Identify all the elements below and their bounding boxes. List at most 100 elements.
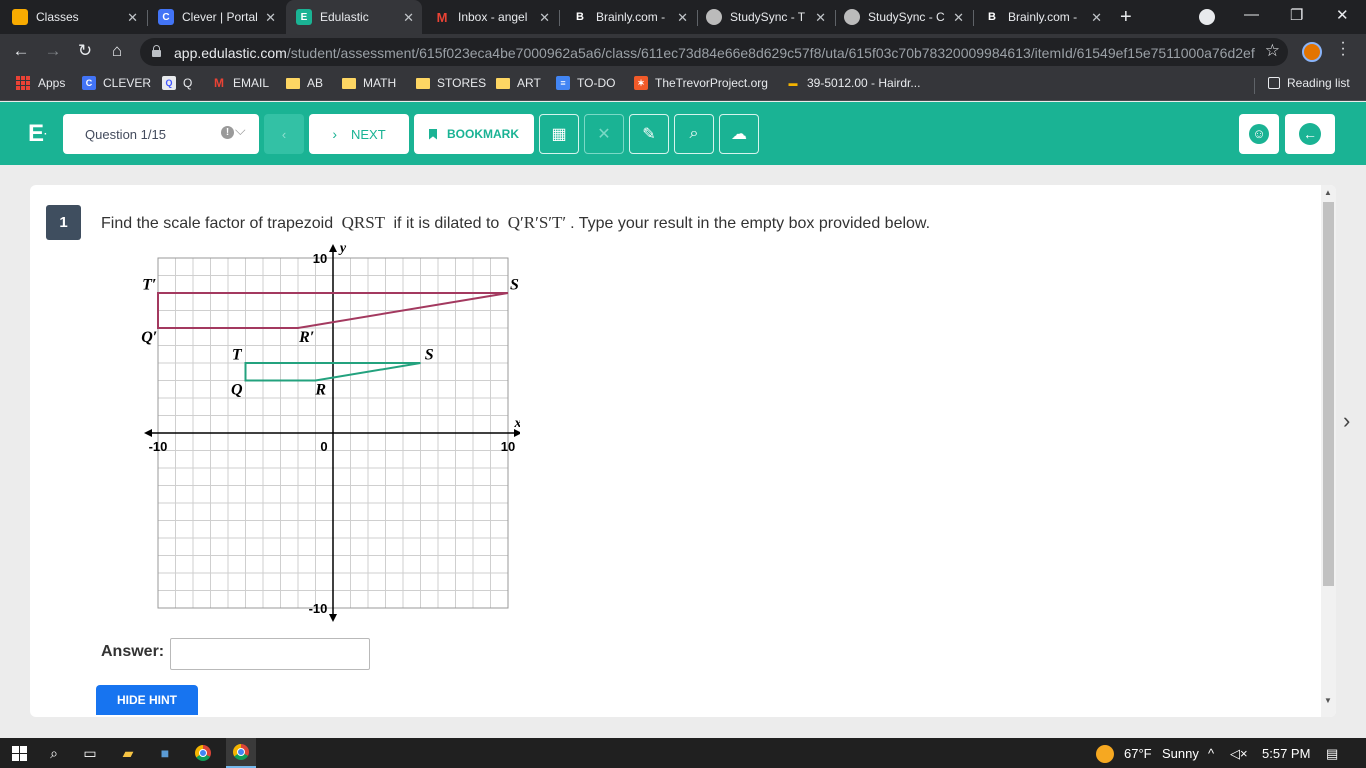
bookmark-folder-art[interactable]: ART [496, 76, 541, 90]
edulastic-logo: E· [28, 120, 48, 147]
reading-list[interactable]: Reading list [1268, 76, 1350, 90]
bookmark-quizlet[interactable]: Q Q [162, 76, 192, 90]
close-tab-icon[interactable]: ✕ [265, 10, 276, 26]
docs-icon: ≡ [556, 76, 570, 90]
question-number: 1 [46, 205, 81, 240]
tab-title: Clever | Portal [182, 10, 258, 24]
upload-icon: ☁ [731, 126, 747, 143]
brainly-icon: B [984, 9, 1000, 25]
weather-condition[interactable]: Sunny [1162, 746, 1199, 761]
bookmark-todo[interactable]: ≡ TO-DO [556, 76, 615, 90]
bookmark-onet[interactable]: ▬ 39-5012.00 - Hairdr... [786, 76, 921, 90]
address-bar[interactable]: app.edulastic.com/student/assessment/615… [140, 38, 1288, 66]
close-tab-icon[interactable]: ✕ [539, 10, 550, 26]
answer-input[interactable] [170, 638, 370, 670]
upload-button[interactable]: ☁ [719, 114, 759, 154]
notifications-icon[interactable]: ▤ [1326, 746, 1338, 762]
vertex-label: Q [231, 381, 243, 398]
close-tab-icon[interactable]: ✕ [953, 10, 964, 26]
bookmark-star-icon[interactable]: ☆ [1265, 41, 1280, 61]
browser-tab-studysync-2[interactable]: StudySync - C ✕ [838, 0, 972, 34]
chrome-icon[interactable] [193, 743, 213, 763]
reload-icon[interactable]: ↻ [74, 41, 96, 61]
vertex-label: T [232, 346, 243, 363]
windows-start-icon[interactable] [9, 743, 29, 763]
browser-tab-edulastic[interactable]: E Edulastic ✕ [286, 0, 422, 34]
restore-icon[interactable]: ❐ [1290, 6, 1303, 24]
question-text: Find the scale factor of trapezoid QRST … [101, 213, 931, 232]
close-tab-icon[interactable]: ✕ [815, 10, 826, 26]
zoom-icon[interactable]: ■ [155, 743, 175, 763]
bookmark-button[interactable]: BOOKMARK [414, 114, 534, 154]
question-select[interactable]: Question 1/15 ! ⌵ [63, 114, 259, 154]
bookmarks-bar: Apps C CLEVER Q Q M EMAIL AB MATH STORES… [0, 70, 1366, 101]
tab-title: StudySync - T [730, 10, 806, 24]
x-axis-arrow-left [144, 429, 152, 437]
close-window-icon[interactable]: ✕ [1336, 6, 1349, 24]
scrollbar[interactable]: ▲ ▼ [1321, 185, 1336, 717]
bookmark-folder-math[interactable]: MATH [342, 76, 396, 90]
close-tab-icon[interactable]: ✕ [127, 10, 138, 26]
task-view-icon[interactable]: ▭ [80, 743, 100, 763]
new-tab-icon[interactable]: + [1120, 6, 1132, 29]
close-tab-icon[interactable]: ✕ [403, 10, 414, 26]
browser-tab-studysync[interactable]: StudySync - T ✕ [700, 0, 834, 34]
clock-time[interactable]: 5:57 PM [1262, 746, 1310, 761]
clever-icon: C [82, 76, 96, 90]
scroll-down-icon[interactable]: ▼ [1324, 696, 1332, 705]
bookmark-trevor[interactable]: ✶ TheTrevorProject.org [634, 76, 768, 90]
tab-search-icon[interactable] [1199, 9, 1215, 25]
tab-title: Brainly.com - [596, 10, 666, 24]
previous-button[interactable]: ‹ [264, 114, 304, 154]
search-icon[interactable]: ⌕ [44, 743, 64, 763]
browser-tab-strip: Classes ✕ C Clever | Portal ✕ E Edulasti… [0, 0, 1366, 34]
chrome-active-taskbar-item[interactable] [226, 738, 256, 768]
browser-tab-brainly-2[interactable]: B Brainly.com - ✕ [976, 0, 1110, 34]
browser-menu-icon[interactable]: · · · [1338, 35, 1348, 63]
bookmark-flag-icon [429, 128, 437, 140]
warning-icon: ! [221, 126, 234, 139]
next-button[interactable]: › NEXT [309, 114, 409, 154]
y-axis-label: y [338, 241, 347, 256]
weather-temp[interactable]: 67°F [1124, 746, 1152, 761]
browser-tab-clever[interactable]: C Clever | Portal ✕ [150, 0, 284, 34]
exit-button[interactable]: ← [1285, 114, 1335, 154]
minimize-icon[interactable]: — [1244, 6, 1259, 23]
crossout-button[interactable]: ✕ [584, 114, 624, 154]
question-panel: 1 Find the scale factor of trapezoid QRS… [30, 185, 1336, 717]
tray-chevron-icon[interactable]: ^ [1208, 746, 1214, 761]
tab-title: Brainly.com - [1008, 10, 1078, 24]
scratchpad-button[interactable]: ✎ [629, 114, 669, 154]
browser-tab-gmail[interactable]: M Inbox - angel ✕ [424, 0, 558, 34]
calculator-button[interactable]: ▦ [539, 114, 579, 154]
scroll-up-icon[interactable]: ▲ [1324, 188, 1332, 197]
vertex-label: R [314, 381, 326, 398]
bookmark-folder-stores[interactable]: STORES [416, 76, 486, 90]
gmail-icon: M [434, 9, 450, 25]
profile-avatar[interactable] [1302, 42, 1322, 62]
back-icon[interactable]: ← [10, 41, 32, 61]
forward-icon[interactable]: → [42, 41, 64, 61]
y-tick-label-min: -10 [309, 601, 328, 616]
close-tab-icon[interactable]: ✕ [1091, 10, 1102, 26]
scrollbar-thumb[interactable] [1323, 202, 1334, 586]
close-tab-icon[interactable]: ✕ [677, 10, 688, 26]
home-icon[interactable]: ⌂ [106, 41, 128, 61]
folder-icon [286, 77, 300, 89]
browser-tab-classes[interactable]: Classes ✕ [12, 0, 146, 34]
bookmark-label: BOOKMARK [447, 127, 519, 141]
bookmark-email[interactable]: M EMAIL [212, 76, 269, 90]
bookmark-folder-ab[interactable]: AB [286, 76, 323, 90]
volume-icon[interactable]: ◁× [1230, 746, 1248, 762]
bookmark-clever[interactable]: C CLEVER [82, 76, 151, 90]
browser-tab-brainly[interactable]: B Brainly.com - ✕ [562, 0, 696, 34]
vertex-label: S [425, 346, 434, 363]
tab-title: Classes [36, 10, 79, 24]
chevron-right-icon[interactable]: › [1343, 408, 1350, 434]
magnifier-button[interactable]: ⌕ [674, 114, 714, 154]
file-explorer-icon[interactable]: ▰ [118, 743, 138, 763]
hide-hint-button[interactable]: HIDE HINT [96, 685, 198, 715]
accessibility-button[interactable]: ☺ [1239, 114, 1279, 154]
bookmark-apps[interactable]: Apps [16, 76, 65, 90]
chevron-down-icon: ⌵ [235, 122, 246, 138]
